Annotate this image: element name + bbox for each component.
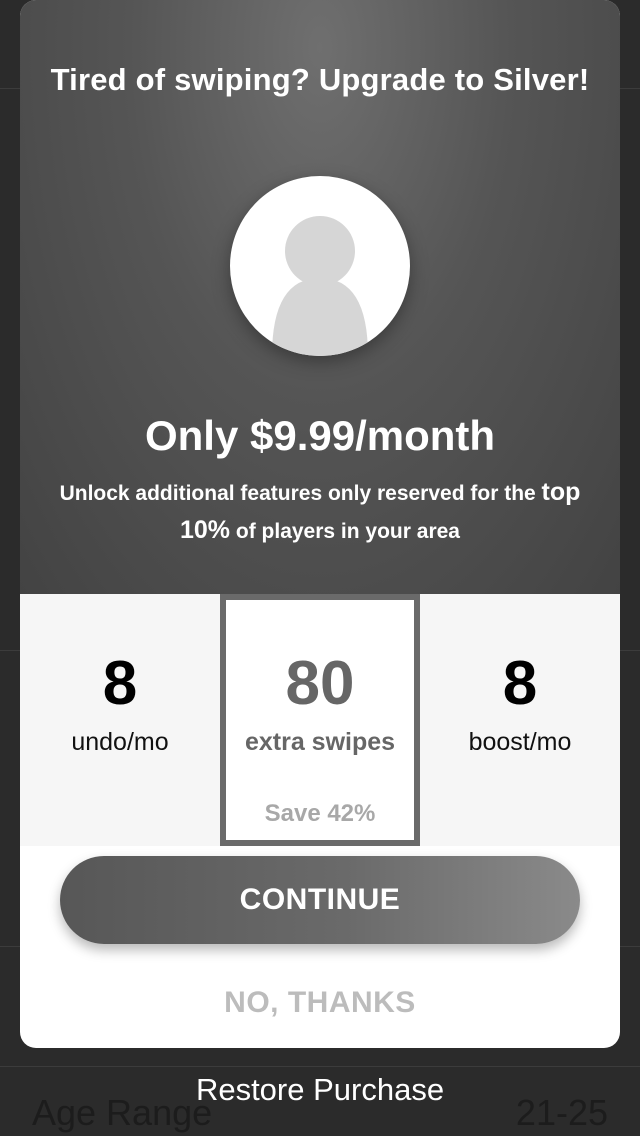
plan-unit: extra swipes: [244, 728, 396, 756]
plan-count: 80: [285, 649, 355, 718]
no-thanks-button[interactable]: NO, THANKS: [20, 986, 620, 1020]
plan-option-undo[interactable]: 8 undo/mo: [20, 594, 220, 846]
plan-unit: undo/mo: [71, 728, 169, 756]
modal-hero: Tired of swiping? Upgrade to Silver! Onl…: [20, 0, 620, 594]
upgrade-modal: Tired of swiping? Upgrade to Silver! Onl…: [20, 0, 620, 1048]
modal-subtitle: Unlock additional features only reserved…: [48, 474, 592, 550]
plan-options: 8 undo/mo 80 extra swipes Save 42% 8 boo…: [20, 594, 620, 846]
plan-unit: boost/mo: [468, 728, 572, 756]
subtitle-highlight: top: [541, 478, 581, 506]
avatar: [230, 176, 410, 356]
plan-count: 8: [502, 649, 538, 718]
modal-title: Tired of swiping? Upgrade to Silver!: [50, 62, 590, 97]
plan-option-boost[interactable]: 8 boost/mo: [420, 594, 620, 846]
background-divider: [0, 1066, 640, 1067]
plan-save-badge: Save 42%: [264, 800, 376, 827]
subtitle-highlight: 10%: [180, 516, 231, 544]
subtitle-text: Unlock additional features only reserved…: [59, 482, 542, 505]
plan-count: 8: [102, 649, 138, 718]
user-silhouette-icon: [272, 216, 368, 356]
continue-button[interactable]: CONTINUE: [60, 856, 580, 944]
price-label: Only $9.99/month: [144, 412, 496, 459]
restore-purchase-link[interactable]: Restore Purchase: [0, 1072, 640, 1108]
subtitle-text: of players in your area: [230, 520, 460, 543]
plan-option-swipes[interactable]: 80 extra swipes Save 42%: [220, 594, 420, 846]
